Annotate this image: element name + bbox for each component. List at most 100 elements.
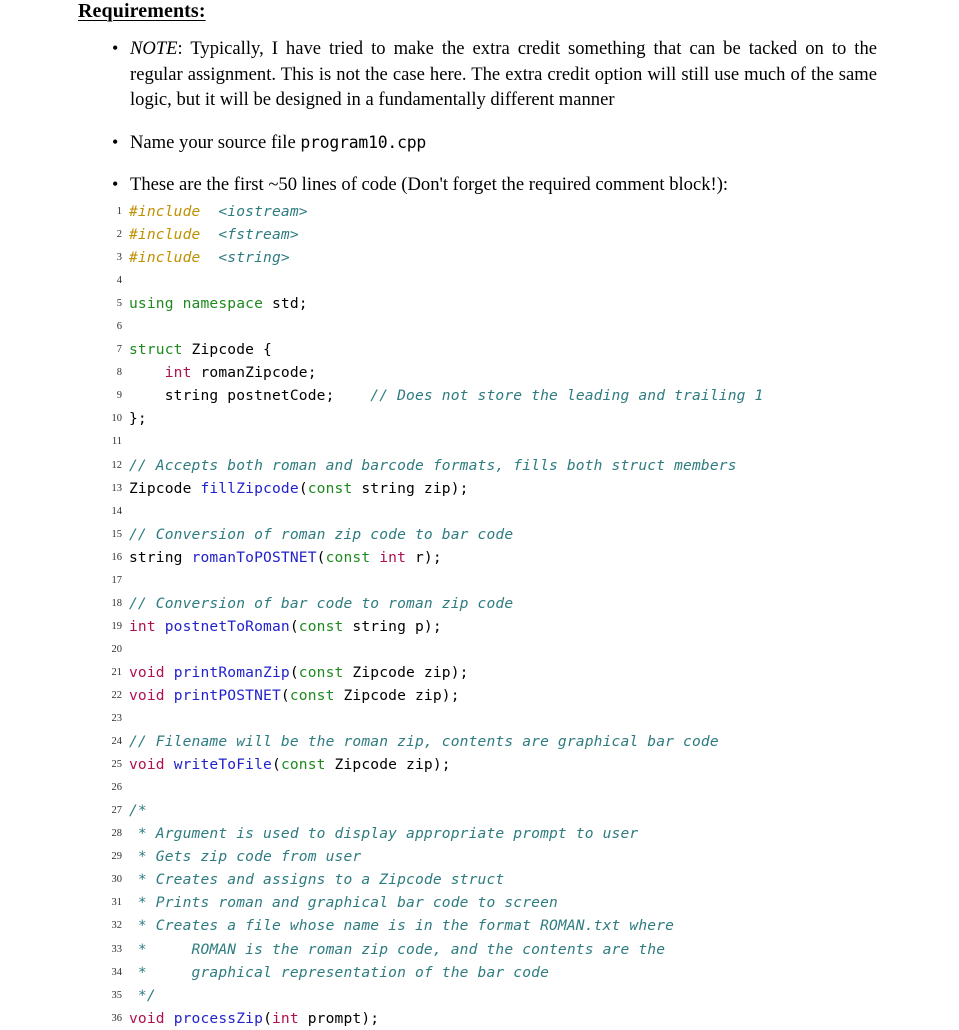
code-token-plain: std; [263,295,308,313]
code-token-keyword: struct [129,341,183,359]
code-line: 18 // Conversion of bar code to roman zip… [0,592,959,615]
code-line-number: 20 [111,643,123,655]
code-line-number: 15 [111,528,123,540]
code-line-number: 30 [111,874,123,886]
code-token-func: fillZipcode [200,479,299,497]
code-line-source: * ROMAN is the roman zip code, and the c… [129,938,665,961]
code-token-comment: // Does not store the leading and traili… [370,387,764,405]
code-line: 36 void processZip(int prompt); [0,1007,959,1030]
code-line: 21 void printRomanZip(const Zipcode zip); [0,661,959,684]
code-line: 27 /* [0,799,959,822]
code-token-type: int [164,364,192,382]
code-line-source: #include <iostream> [129,200,308,223]
code-line: 29 * Gets zip code from user [0,845,959,868]
code-line-number: 36 [111,1012,123,1024]
code-token-type: void [129,663,165,681]
code-line-number: 34 [111,966,123,978]
code-token-comment: * Creates and assigns to a Zipcode struc… [129,871,505,889]
code-intro-text: These are the first ~50 lines of code (D… [130,174,729,195]
code-line: 31 * Prints roman and graphical bar code… [0,891,959,914]
code-line: 12 // Accepts both roman and barcode form… [0,454,959,477]
code-line: 14 [0,500,959,523]
code-line-source: struct Zipcode { [129,338,272,361]
code-token-comment: * graphical representation of the bar co… [129,963,550,981]
code-token-keyword: const [298,617,344,635]
document-page: Requirements: • NOTE: Typically, I have … [0,0,959,1027]
code-token-pre: #include [129,249,201,267]
code-token-plain: ( [263,1009,272,1027]
code-line-number: 28 [111,828,123,840]
code-token-type: void [129,1009,165,1027]
code-line-number: 9 [116,390,122,402]
code-line: 15 // Conversion of roman zip code to bar… [0,523,959,546]
code-token-header: <string> [218,249,290,267]
code-token-keyword: const [280,756,326,774]
code-token-comment: /* [129,802,147,820]
code-token-plain: string postnetCode; [129,387,371,405]
code-line-number: 26 [111,782,123,794]
code-line: 11 [0,430,959,453]
code-line-source: }; [129,407,147,430]
code-line: 23 [0,707,959,730]
code-token-pre: #include [129,226,201,244]
code-token-plain: prompt); [298,1009,380,1027]
requirements-list: • NOTE: Typically, I have tried to make … [0,36,959,215]
code-line: 13 Zipcode fillZipcode(const string zip); [0,477,959,500]
code-line-number: 21 [111,666,123,678]
code-line-number: 8 [116,367,122,379]
code-token-func: postnetToRoman [164,617,290,635]
code-token-header: <fstream> [218,226,299,244]
code-line-number: 6 [116,321,122,333]
code-line-number: 7 [116,344,122,356]
code-line-number: 16 [111,551,123,563]
code-line: 28 * Argument is used to display appropr… [0,822,959,845]
code-token-comment: * ROMAN is the roman zip code, and the c… [129,940,666,958]
code-line-source: #include <fstream> [129,223,299,246]
code-line-number: 14 [111,505,123,517]
code-token-comment: * Creates a file whose name is in the fo… [129,917,675,935]
code-line: 33 * ROMAN is the roman zip code, and th… [0,938,959,961]
code-line-source: * Creates a file whose name is in the fo… [129,914,674,937]
code-line-number: 22 [111,689,123,701]
code-line: 10}; [0,407,959,430]
code-token-comment: */ [129,986,156,1004]
bullet-marker-icon: • [112,131,119,152]
code-token-type: void [129,686,165,704]
code-token-plain: string p); [343,617,442,635]
code-token-keyword: const [325,548,371,566]
code-line-source: void processZip(int prompt); [129,1007,379,1030]
code-token-plain: ( [289,663,299,681]
code-line: 20 [0,638,959,661]
code-token-func: romanToPOSTNET [191,548,317,566]
code-token-plain: ( [272,756,281,774]
code-line-source: void writeToFile(const Zipcode zip); [129,753,451,776]
code-line-source: // Filename will be the roman zip, conte… [129,730,719,753]
code-token-plain: string zip); [352,479,469,497]
code-line-source: // Conversion of roman zip code to bar c… [129,523,513,546]
code-line-source: * Gets zip code from user [129,845,361,868]
code-line-source: /* [129,799,147,822]
note-label: NOTE [130,38,178,59]
list-item-filename: • Name your source file program10.cpp [0,130,959,156]
code-line: 22 void printPOSTNET(const Zipcode zip); [0,684,959,707]
code-line: 7 struct Zipcode { [0,338,959,361]
code-token-keyword: using namespace [129,295,264,313]
code-token-plain: ( [316,548,326,566]
code-line-number: 31 [111,897,123,909]
code-token-plain: string [129,548,192,566]
code-line: 30 * Creates and assigns to a Zipcode st… [0,868,959,891]
code-token-plain: Zipcode [129,479,201,497]
code-listing: 1 #include <iostream> 2 #include <fstream> 3… [0,200,959,1030]
code-line: 6 [0,315,959,338]
code-line-source: * Prints roman and graphical bar code to… [129,891,558,914]
bullet-marker-icon: • [112,38,119,58]
code-line: 2 #include <fstream> [0,223,959,246]
code-token-type: int [379,548,407,566]
code-line-number: 12 [111,459,123,471]
code-token-plain: ( [280,686,290,704]
code-line: 35 */ [0,984,959,1007]
